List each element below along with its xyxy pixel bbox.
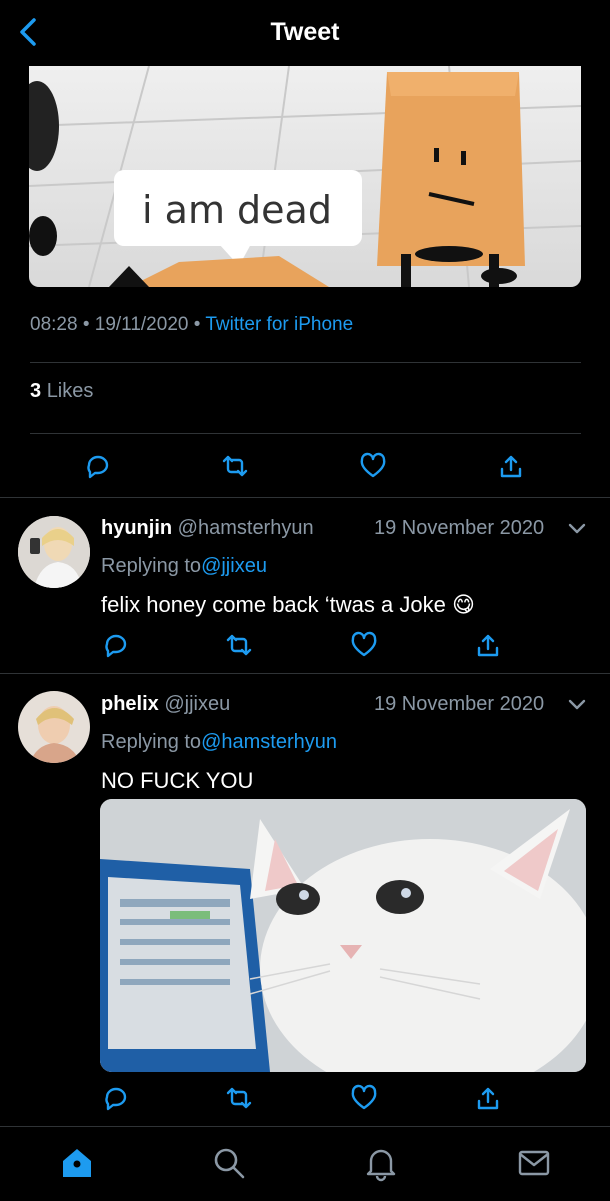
tweet-body: felix honey come back ‘twas a Joke [101, 592, 446, 617]
tweet-image[interactable] [100, 799, 586, 1072]
likes-label: Likes [46, 380, 94, 402]
reply-button[interactable] [99, 1081, 133, 1115]
likes-count-link[interactable]: 3 Likes [30, 380, 93, 403]
reply-button[interactable] [81, 449, 115, 483]
meta-separator: • [193, 314, 201, 335]
page-title: Tweet [270, 18, 340, 46]
tweet-date: 19 November 2020 [374, 517, 545, 539]
share-icon [500, 455, 522, 478]
replying-label: Replying to [101, 555, 202, 577]
like-button[interactable] [356, 449, 390, 483]
share-icon [477, 634, 499, 657]
retweet-button[interactable] [222, 628, 256, 662]
replying-label: Replying to [101, 731, 202, 753]
chevron-down-icon [568, 699, 586, 710]
replying-to-line: Replying to@hamsterhyun [101, 731, 337, 754]
like-icon [351, 1084, 377, 1110]
retweet-button[interactable] [218, 449, 252, 483]
reply-icon [87, 455, 109, 479]
tweet-menu-button[interactable] [566, 518, 588, 540]
meme-illustration: i am dead [29, 66, 581, 287]
meme-caption: i am dead [142, 188, 332, 232]
messages-icon [518, 1150, 550, 1176]
divider [30, 433, 581, 434]
display-name[interactable]: hyunjin [101, 517, 172, 539]
tab-notifications[interactable] [361, 1143, 401, 1183]
avatar[interactable] [18, 691, 90, 763]
retweet-icon [222, 455, 248, 477]
avatar-image [18, 516, 90, 588]
retweet-button[interactable] [222, 1081, 256, 1115]
likes-number: 3 [30, 380, 42, 402]
share-button[interactable] [494, 449, 528, 483]
tab-search[interactable] [209, 1143, 249, 1183]
replying-to-line: Replying to@jjixeu [101, 555, 267, 578]
reply-icon [105, 1087, 127, 1111]
divider [0, 673, 610, 674]
user-handle[interactable]: @jjixeu [164, 693, 230, 715]
emoji: 😋 [451, 592, 475, 617]
share-button[interactable] [471, 628, 505, 662]
like-button[interactable] [347, 628, 381, 662]
meta-separator: • [82, 314, 90, 335]
crying-cat-image [100, 799, 586, 1072]
retweet-icon [226, 634, 252, 656]
like-icon [351, 631, 377, 657]
reply-button[interactable] [99, 628, 133, 662]
tweet-date: 19 November 2020 [374, 693, 545, 715]
like-button[interactable] [347, 1081, 381, 1115]
display-name[interactable]: phelix [101, 693, 159, 715]
chevron-down-icon [568, 523, 586, 534]
divider [0, 497, 610, 498]
divider [30, 362, 581, 363]
share-button[interactable] [471, 1081, 505, 1115]
tab-home[interactable] [57, 1143, 97, 1183]
replying-to-handle[interactable]: @hamsterhyun [201, 731, 337, 753]
tweet-body: NO FUCK YOU [101, 768, 254, 793]
reply-icon [105, 634, 127, 658]
search-icon [214, 1148, 245, 1179]
user-handle[interactable]: @hamsterhyun [178, 517, 314, 539]
tweet-image[interactable]: i am dead [29, 66, 581, 287]
top-bar: Tweet [0, 0, 610, 66]
notifications-icon [366, 1149, 396, 1182]
tweet-timestamp: 08:28 • 19/11/2020 • Twitter for iPhone [30, 314, 353, 336]
avatar[interactable] [18, 516, 90, 588]
retweet-icon [226, 1087, 252, 1109]
replying-to-handle[interactable]: @jjixeu [201, 555, 267, 577]
tweet-menu-button[interactable] [566, 694, 588, 716]
tweet-text: felix honey come back ‘twas a Joke 😋 [101, 592, 475, 618]
like-icon [360, 452, 386, 478]
author-line: phelix @jjixeu [101, 693, 230, 716]
tab-messages[interactable] [514, 1143, 554, 1183]
share-icon [477, 1087, 499, 1110]
author-line: hyunjin @hamsterhyun [101, 517, 314, 540]
tweet-time: 08:28 [30, 314, 78, 335]
home-icon [63, 1149, 91, 1177]
tweet-source-link[interactable]: Twitter for iPhone [205, 314, 353, 335]
avatar-image [18, 691, 90, 763]
tweet-date: 19/11/2020 [94, 314, 189, 335]
